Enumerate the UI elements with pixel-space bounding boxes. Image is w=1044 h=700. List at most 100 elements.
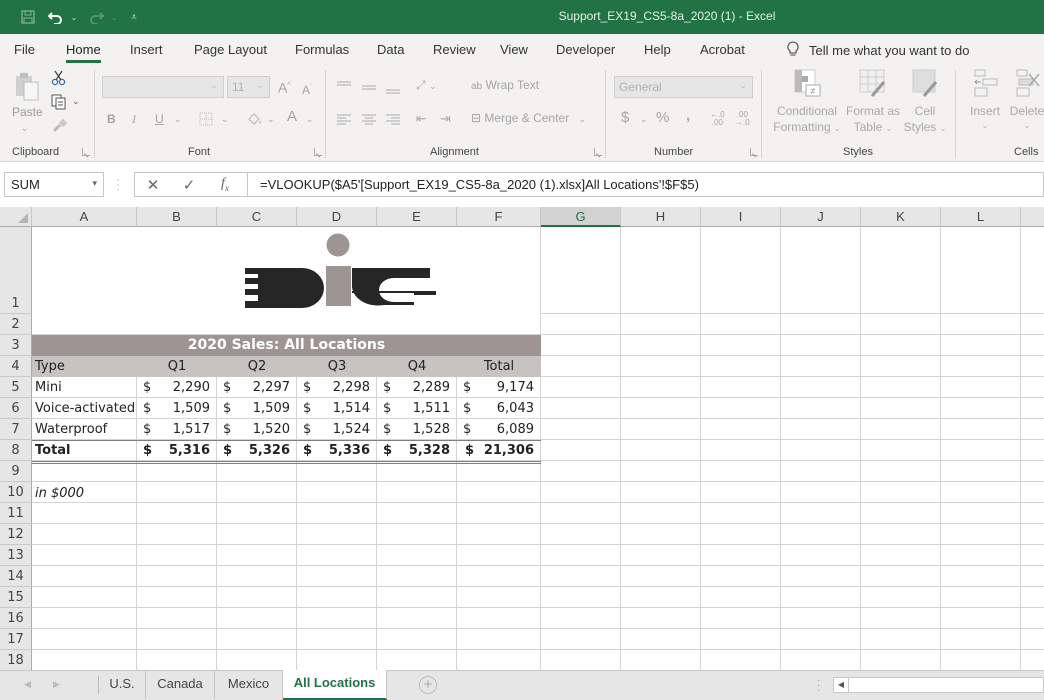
value-cell[interactable]: $1,528	[377, 419, 457, 440]
align-left-icon[interactable]	[337, 112, 351, 130]
row-header-5[interactable]: 5	[0, 377, 32, 398]
formula-bar-resize-handle[interactable]: · · ·	[116, 173, 120, 195]
accounting-dropdown-icon[interactable]: ⌄	[640, 111, 648, 127]
header-q1[interactable]: Q1	[137, 356, 217, 377]
align-middle-icon[interactable]	[362, 80, 376, 98]
font-color-icon[interactable]: A	[287, 109, 297, 125]
decrease-font-icon[interactable]: Aˇ	[302, 80, 312, 98]
align-top-icon[interactable]	[337, 78, 351, 96]
align-center-icon[interactable]	[362, 112, 376, 130]
total-value-cell[interactable]: $5,336	[297, 440, 377, 461]
tab-page-layout[interactable]: Page Layout	[194, 42, 267, 57]
type-cell[interactable]: Waterproof	[35, 419, 107, 440]
orientation-icon[interactable]: ⤢ ⌄	[416, 78, 436, 93]
column-header-e[interactable]: E	[377, 207, 457, 227]
row-header-17[interactable]: 17	[0, 629, 32, 650]
number-launcher-icon[interactable]	[750, 148, 758, 156]
wrap-text-button[interactable]: ab Wrap Text	[471, 78, 539, 92]
cell-styles-button[interactable]: Cell Styles ⌄	[900, 68, 950, 140]
units-note[interactable]: in $000	[35, 483, 84, 504]
delete-cells-button[interactable]: Delete ⌄	[1006, 68, 1044, 140]
tab-formulas[interactable]: Formulas	[295, 42, 349, 57]
column-header-g[interactable]: G	[541, 207, 621, 227]
total-value-cell[interactable]: $5,326	[217, 440, 297, 461]
value-cell[interactable]: $2,298	[297, 377, 377, 398]
percent-style-button[interactable]: %	[656, 110, 669, 126]
row-header-11[interactable]: 11	[0, 503, 32, 524]
row-header-12[interactable]: 12	[0, 524, 32, 545]
value-cell[interactable]: $9,174	[457, 377, 541, 398]
column-header-d[interactable]: D	[297, 207, 377, 227]
tab-insert[interactable]: Insert	[130, 42, 163, 57]
row-header-6[interactable]: 6	[0, 398, 32, 419]
value-cell[interactable]: $2,297	[217, 377, 297, 398]
column-header-j[interactable]: J	[781, 207, 861, 227]
copy-dropdown-icon[interactable]: ⌄	[72, 96, 80, 107]
sheet-tab-canada[interactable]: Canada	[146, 671, 215, 699]
column-header-c[interactable]: C	[217, 207, 297, 227]
row-header-9[interactable]: 9	[0, 461, 32, 482]
align-bottom-icon[interactable]	[386, 82, 400, 100]
column-header-m[interactable]	[1021, 207, 1044, 227]
tab-split-handle[interactable]: · · ·	[817, 676, 820, 696]
tab-acrobat[interactable]: Acrobat	[700, 42, 745, 57]
tab-home[interactable]: Home	[66, 42, 101, 63]
column-header-f[interactable]: F	[457, 207, 541, 227]
formula-input[interactable]: =VLOOKUP($A5'[Support_EX19_CS5-8a_2020 (…	[247, 172, 1044, 197]
column-header-l[interactable]: L	[941, 207, 1021, 227]
row-header-2[interactable]: 2	[0, 314, 32, 335]
font-name-combo[interactable]: ⌄	[102, 76, 224, 98]
decrease-decimal-icon[interactable]: .00 →.0	[735, 111, 750, 127]
total-value-cell[interactable]: $5,316	[137, 440, 217, 461]
add-sheet-icon[interactable]: +	[419, 676, 437, 694]
clipboard-launcher-icon[interactable]	[82, 148, 90, 156]
tab-data[interactable]: Data	[377, 42, 404, 57]
tab-file[interactable]: File	[14, 42, 35, 57]
increase-indent-icon[interactable]: ⇥	[440, 111, 451, 127]
scroll-tabs-right-icon[interactable]: ▶	[53, 679, 60, 690]
format-as-table-button[interactable]: Format as Table ⌄	[845, 68, 901, 140]
column-header-b[interactable]: B	[137, 207, 217, 227]
row-header-3[interactable]: 3	[0, 335, 32, 356]
copy-icon[interactable]	[51, 94, 67, 115]
font-color-dropdown-icon[interactable]: ⌄	[306, 111, 314, 127]
insert-cells-button[interactable]: Insert ⌄	[964, 68, 1006, 140]
conditional-formatting-button[interactable]: ≠ Conditional Formatting ⌄	[768, 68, 846, 140]
tab-developer[interactable]: Developer	[556, 42, 615, 57]
header-total[interactable]: Total	[457, 356, 541, 377]
horizontal-scrollbar[interactable]: ◀	[833, 677, 1044, 693]
comma-style-button[interactable]: ,	[686, 108, 690, 124]
enter-icon[interactable]: ✓	[171, 176, 207, 194]
tab-review[interactable]: Review	[433, 42, 476, 57]
format-painter-icon[interactable]	[52, 118, 68, 138]
type-cell[interactable]: Voice-activated	[35, 398, 135, 419]
paste-button[interactable]: Paste ⌄	[10, 70, 44, 133]
header-type[interactable]: Type	[35, 356, 65, 377]
total-label[interactable]: Total	[35, 440, 71, 461]
value-cell[interactable]: $6,089	[457, 419, 541, 440]
value-cell[interactable]: $1,514	[297, 398, 377, 419]
header-q4[interactable]: Q4	[377, 356, 457, 377]
row-header-16[interactable]: 16	[0, 608, 32, 629]
type-cell[interactable]: Mini	[35, 377, 62, 398]
borders-dropdown-icon[interactable]: ⌄	[221, 111, 229, 127]
value-cell[interactable]: $1,511	[377, 398, 457, 419]
sheet-tab-mexico[interactable]: Mexico	[215, 671, 283, 699]
column-header-i[interactable]: I	[701, 207, 781, 227]
value-cell[interactable]: $1,524	[297, 419, 377, 440]
font-launcher-icon[interactable]	[314, 148, 322, 156]
value-cell[interactable]: $1,509	[217, 398, 297, 419]
fill-color-icon[interactable]	[246, 111, 264, 132]
row-header-14[interactable]: 14	[0, 566, 32, 587]
name-box-dropdown-icon[interactable]: ▾	[92, 178, 97, 189]
name-box[interactable]: SUM ▾	[4, 172, 104, 197]
column-header-h[interactable]: H	[621, 207, 701, 227]
sheet-tab-us[interactable]: U.S.	[99, 671, 146, 699]
fill-color-dropdown-icon[interactable]: ⌄	[267, 111, 275, 127]
underline-button[interactable]: U	[155, 111, 164, 127]
row-header-8[interactable]: 8	[0, 440, 32, 461]
scroll-tabs-left-icon[interactable]: ◀	[24, 679, 31, 690]
decrease-indent-icon[interactable]: ⇤	[416, 111, 427, 127]
row-header-1[interactable]: 1	[0, 227, 32, 314]
cut-icon[interactable]	[51, 70, 67, 91]
